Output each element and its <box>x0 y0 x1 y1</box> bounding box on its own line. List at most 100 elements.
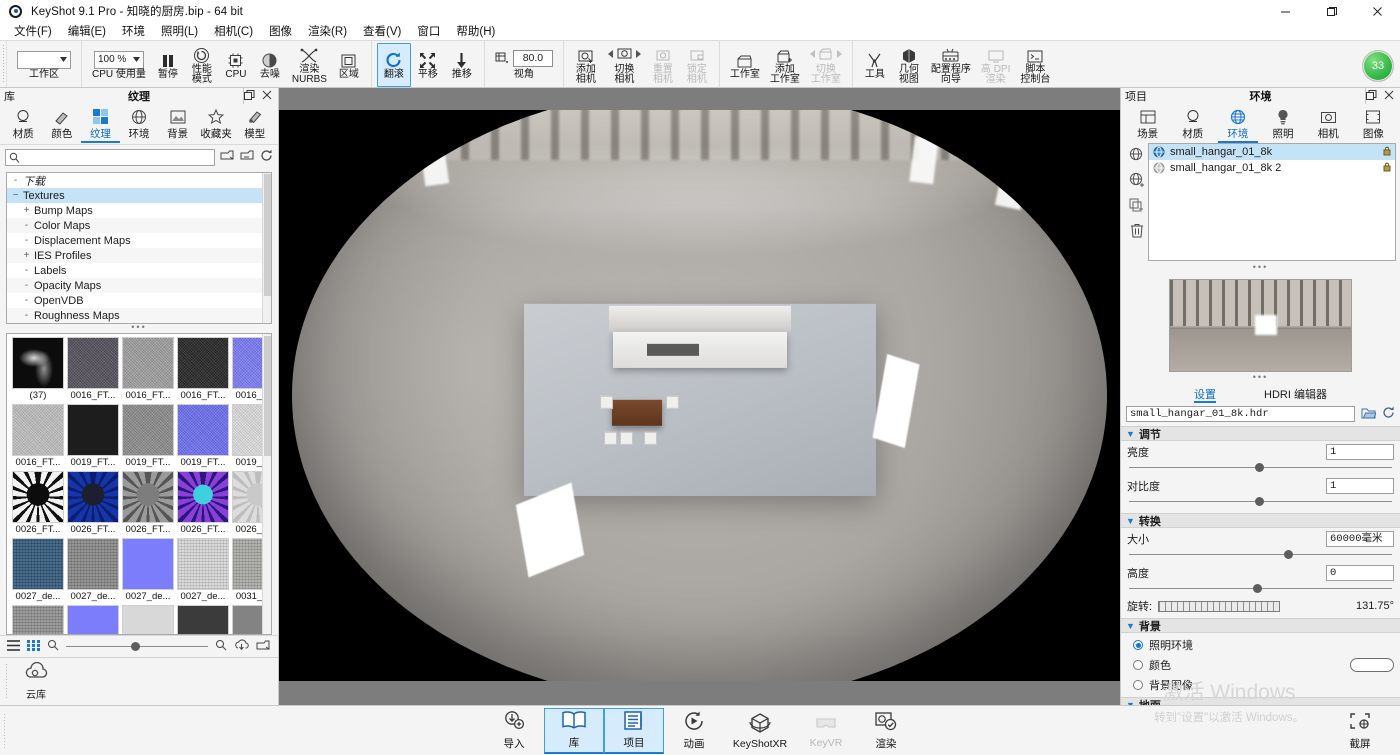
section-background-header[interactable]: ▼ 背景 <box>1121 618 1400 633</box>
dock-keyvr-button[interactable]: KeyVR <box>796 708 856 754</box>
tree-item-roughness-maps[interactable]: -Roughness Maps <box>7 308 271 323</box>
menu-lighting[interactable]: 照明(L) <box>153 22 206 40</box>
tree-toggle[interactable]: - <box>21 265 32 276</box>
height-slider[interactable] <box>1129 583 1392 593</box>
viewport-stage[interactable] <box>279 110 1120 681</box>
globe-plus-icon[interactable] <box>1129 172 1145 191</box>
background-option-backplate[interactable]: 背景图像 <box>1121 673 1400 693</box>
add-camera-button[interactable]: 添加 相机 <box>569 43 603 87</box>
texture-thumbnail[interactable]: 0019_FT... <box>122 404 174 469</box>
library-import-icon[interactable] <box>220 149 235 165</box>
texture-thumbnail-image[interactable] <box>67 471 119 523</box>
dock-render-button[interactable]: 渲染 <box>856 708 916 754</box>
texture-thumbnail-image[interactable] <box>122 337 174 389</box>
menu-file[interactable]: 文件(F) <box>6 22 60 40</box>
tab-textures[interactable]: 纹理 <box>81 106 120 143</box>
tree-item-textures[interactable]: −Textures <box>7 188 271 203</box>
section-adjust-header[interactable]: ▼ 调节 <box>1121 426 1400 441</box>
project-close-icon[interactable] <box>1384 90 1394 103</box>
render-nurbs-button[interactable]: 渲染 NURBS <box>287 43 332 87</box>
texture-thumbnail[interactable]: 0031_Gr... <box>12 605 64 635</box>
dock-screenshot-button[interactable]: 截屏 <box>1330 708 1390 754</box>
dock-project-button[interactable]: 项目 <box>604 708 664 754</box>
tree-toggle[interactable]: - <box>21 280 32 291</box>
dock-keyshotxr-button[interactable]: KeyShotXR <box>724 708 796 754</box>
tree-item-openvdb[interactable]: -OpenVDB <box>7 293 271 308</box>
dock-animation-button[interactable]: 动画 <box>664 708 724 754</box>
background-option-color[interactable]: 颜色 <box>1121 653 1400 673</box>
denoise-button[interactable]: 去噪 <box>253 43 287 87</box>
render-progress-badge[interactable]: 33 <box>1362 50 1394 82</box>
radio-icon[interactable] <box>1133 660 1143 670</box>
texture-thumbnail[interactable]: 0027_de... <box>12 538 64 603</box>
texture-thumbnail[interactable]: 0026_FT... <box>67 471 119 536</box>
tree-scrollbar[interactable] <box>262 173 271 323</box>
folder-import-icon[interactable] <box>256 639 271 655</box>
environment-list[interactable]: small_hangar_01_8k small_hangar_01_8k 2 <box>1148 143 1396 261</box>
rotation-input[interactable]: 131.75° <box>1356 600 1394 612</box>
lock-icon[interactable] <box>1383 146 1391 159</box>
grid-scrollbar[interactable] <box>262 334 271 634</box>
list-view-icon[interactable] <box>7 640 20 654</box>
tree-item-displacement-maps[interactable]: -Displacement Maps <box>7 233 271 248</box>
tree-item-labels[interactable]: -Labels <box>7 263 271 278</box>
lock-icon[interactable] <box>1383 162 1391 175</box>
hdri-preview-thumbnail[interactable] <box>1169 279 1352 372</box>
switch-studio-button[interactable]: 切换 工作室 <box>805 43 847 87</box>
texture-thumbnail[interactable]: 0026_FT... <box>12 471 64 536</box>
folder-open-icon[interactable] <box>1361 406 1376 422</box>
texture-thumbnail[interactable]: 0016_FT... <box>12 404 64 469</box>
add-studio-button[interactable]: 添加 工作室 <box>765 43 805 87</box>
tree-item-specular-maps[interactable]: -Specular Maps <box>7 323 271 324</box>
texture-thumbnail[interactable]: 0031_Gr... <box>67 605 119 635</box>
texture-thumbnail[interactable]: 0019_FT... <box>177 404 229 469</box>
pan-button[interactable]: 平移 <box>411 43 445 87</box>
rotation-dial[interactable] <box>1158 601 1280 612</box>
texture-thumbnail-grid[interactable]: (37)0016_FT...0016_FT...0016_FT...0016_F… <box>6 333 272 635</box>
texture-thumbnail-image[interactable] <box>67 337 119 389</box>
texture-thumbnail[interactable]: 0016_FT... <box>67 337 119 402</box>
texture-thumbnail-image[interactable] <box>67 404 119 456</box>
tab-environments[interactable]: 环境 <box>120 106 159 141</box>
tree-item-color-maps[interactable]: -Color Maps <box>7 218 271 233</box>
tree-toggle[interactable]: + <box>21 250 32 261</box>
menu-image[interactable]: 图像 <box>261 22 300 40</box>
grid-view-icon[interactable] <box>27 640 40 654</box>
texture-thumbnail-image[interactable] <box>12 404 64 456</box>
radio-icon[interactable] <box>1133 680 1143 690</box>
switch-camera-button[interactable]: 切换 相机 <box>603 43 646 87</box>
tree-toggle[interactable]: − <box>10 190 21 201</box>
trash-icon[interactable] <box>1130 223 1144 241</box>
texture-thumbnail[interactable]: 0026_FT... <box>122 471 174 536</box>
tab-models[interactable]: 模型 <box>235 106 274 141</box>
minimize-button[interactable] <box>1262 0 1308 22</box>
menu-render[interactable]: 渲染(R) <box>300 22 355 40</box>
menu-environment[interactable]: 环境 <box>114 22 153 40</box>
environment-list-item[interactable]: small_hangar_01_8k 2 <box>1149 160 1395 176</box>
subtab-settings[interactable]: 设置 <box>1194 386 1216 403</box>
contrast-input[interactable]: 1 <box>1326 478 1394 494</box>
thumbnail-size-slider[interactable] <box>66 642 208 652</box>
texture-thumbnail-image[interactable] <box>12 538 64 590</box>
texture-thumbnail-image[interactable] <box>177 538 229 590</box>
workspace-selector[interactable]: 工作区 <box>12 43 76 87</box>
tab-camera[interactable]: 相机 <box>1308 106 1348 141</box>
texture-category-tree[interactable]: -下载 −Textures +Bump Maps -Color Maps -Di… <box>6 172 272 324</box>
tree-toggle[interactable]: + <box>21 205 32 216</box>
studio-button[interactable]: 工作室 <box>725 43 765 87</box>
texture-thumbnail-image[interactable] <box>177 471 229 523</box>
tab-backplates[interactable]: 背景 <box>158 106 197 141</box>
tree-toggle[interactable]: - <box>10 175 21 186</box>
close-button[interactable] <box>1354 0 1400 22</box>
texture-thumbnail[interactable]: 0031_Gr... <box>122 605 174 635</box>
tab-project-environment[interactable]: 环境 <box>1218 106 1258 143</box>
pause-button[interactable]: 暂停 <box>151 43 185 87</box>
library-undock-icon[interactable] <box>244 90 255 103</box>
texture-thumbnail-image[interactable] <box>177 605 229 635</box>
tab-image[interactable]: 图像 <box>1353 106 1393 141</box>
script-console-button[interactable]: 脚本 控制台 <box>1015 43 1055 87</box>
texture-thumbnail[interactable]: 0026_FT... <box>177 471 229 536</box>
hdri-path-input[interactable]: small_hangar_01_8k.hdr <box>1126 406 1355 422</box>
texture-thumbnail-image[interactable] <box>67 605 119 635</box>
tab-favorites[interactable]: 收藏夹 <box>197 106 236 141</box>
